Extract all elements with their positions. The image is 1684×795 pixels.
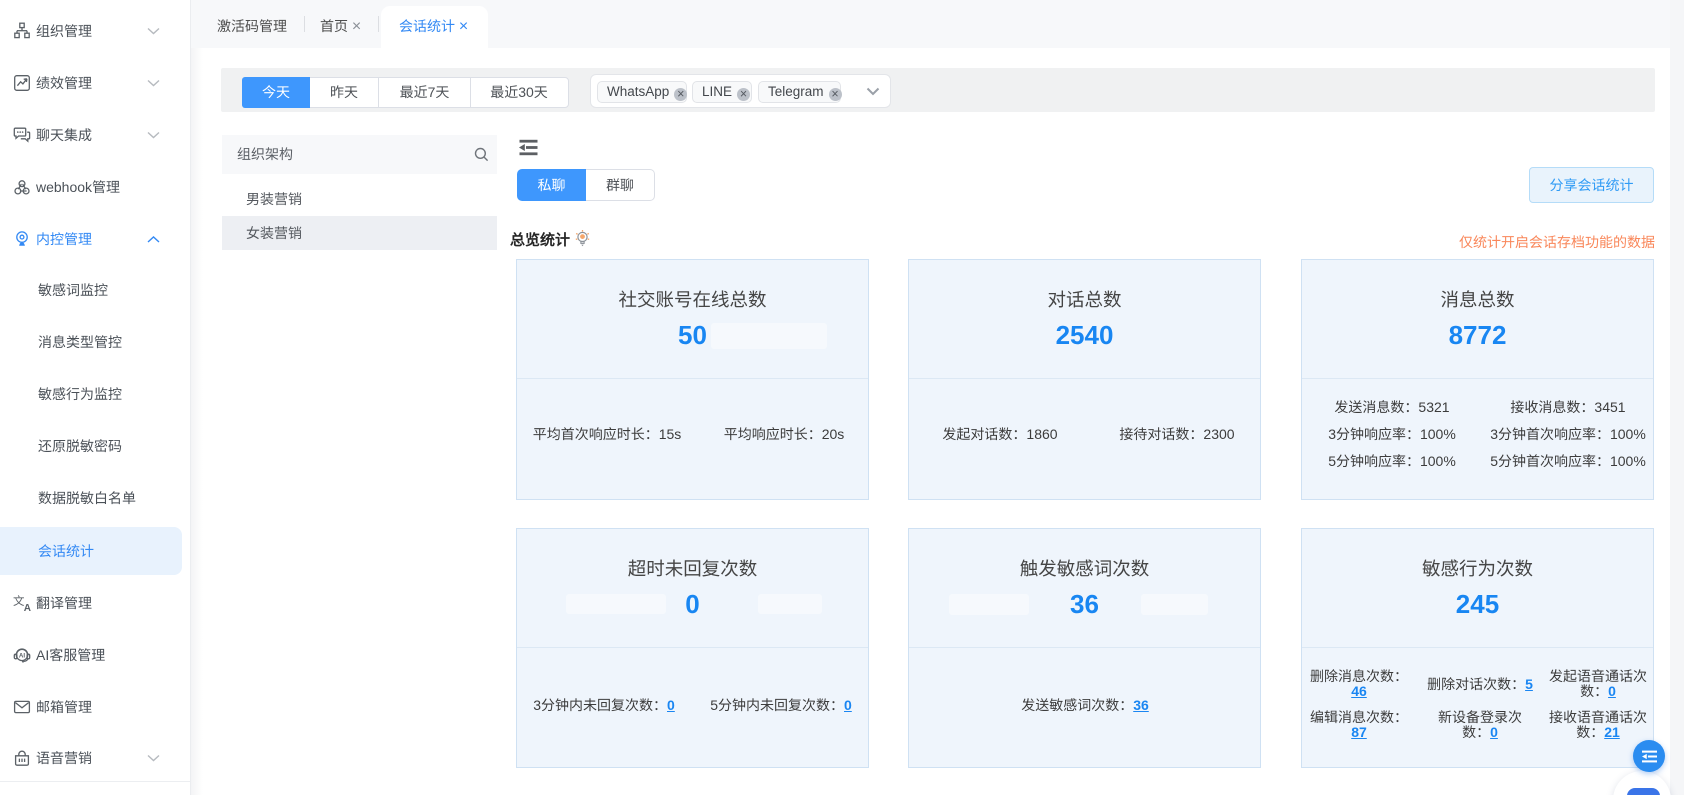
svg-text:AI: AI	[19, 652, 25, 659]
